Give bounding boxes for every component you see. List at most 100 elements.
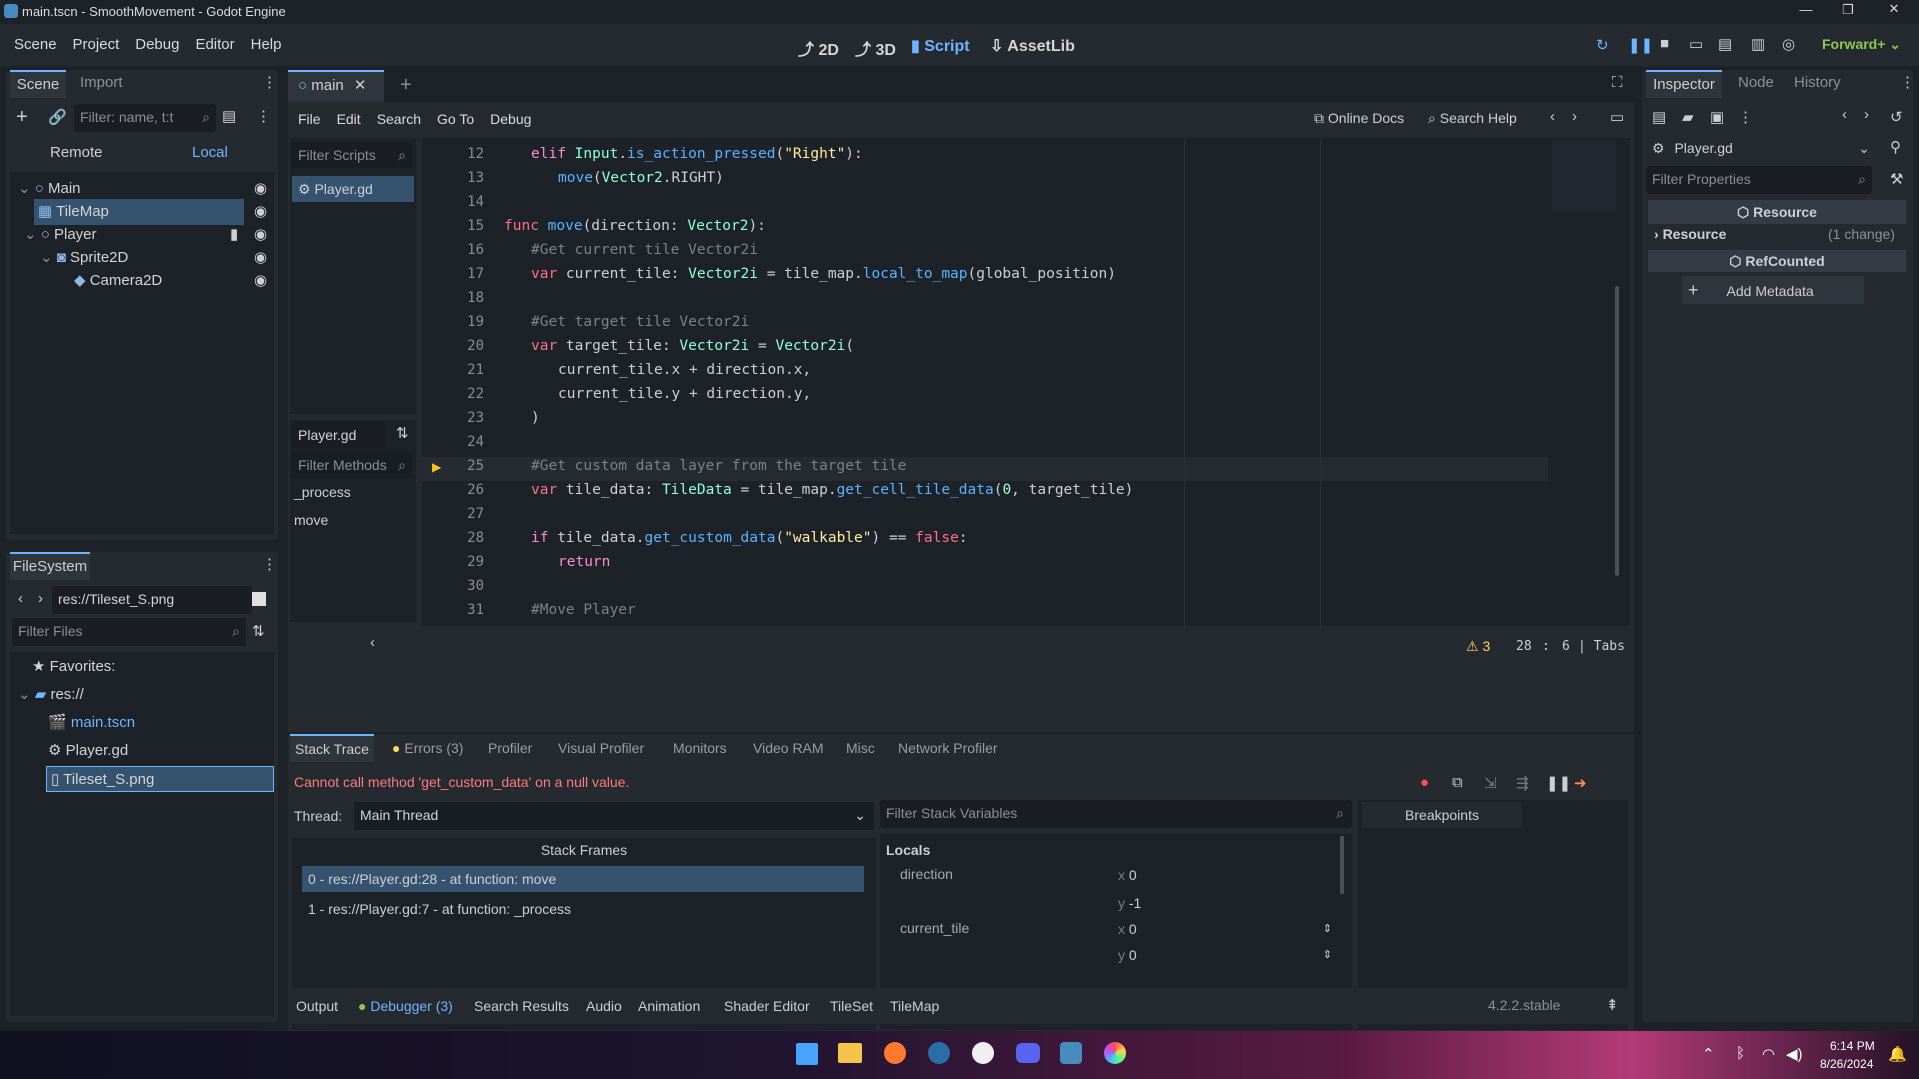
wifi-icon[interactable]: ◠ xyxy=(1762,1045,1775,1063)
break-icon[interactable]: ❚❚ xyxy=(1546,774,1571,792)
continue-icon[interactable]: ➜ xyxy=(1574,774,1587,792)
code-line[interactable]: 31 #Move Player xyxy=(422,598,1548,622)
line-number[interactable]: 29 xyxy=(434,550,484,574)
script-menu-goto[interactable]: Go To xyxy=(429,102,482,136)
script-item-player[interactable]: ⚙ Player.gd xyxy=(292,176,414,202)
tab-shader-editor[interactable]: Shader Editor xyxy=(724,998,810,1014)
toggle-scripts-panel-icon[interactable]: ‹ xyxy=(370,634,375,651)
record-icon[interactable]: ● xyxy=(1420,774,1429,791)
visibility-icon[interactable]: ◉ xyxy=(254,271,267,289)
remote-debug-icon[interactable]: ▭ xyxy=(1689,35,1703,53)
movie-maker-icon[interactable]: ◎ xyxy=(1782,35,1795,53)
line-number[interactable]: 31 xyxy=(434,598,484,622)
prev-script-icon[interactable]: ‹ xyxy=(1550,108,1555,125)
file-tileset-png[interactable]: ▯ Tileset_S.png xyxy=(46,766,274,792)
code-editor[interactable]: 12 elif Input.is_action_pressed("Right"):… xyxy=(422,138,1630,626)
code-line[interactable]: 24 xyxy=(422,430,1548,454)
spinner-icon[interactable]: ⇕ xyxy=(1323,916,1332,942)
script-menu-debug[interactable]: Debug xyxy=(482,102,539,136)
tab-visual-profiler[interactable]: Visual Profiler xyxy=(558,740,644,756)
play-custom-icon[interactable]: ▥ xyxy=(1751,35,1765,53)
code-line[interactable]: 22 current_tile.y + direction.y, xyxy=(422,382,1548,406)
thread-select[interactable]: Main Thread ⌄ xyxy=(354,802,874,830)
back-icon[interactable]: ‹ xyxy=(18,590,23,607)
line-number[interactable]: 24 xyxy=(434,430,484,454)
line-number[interactable]: 19 xyxy=(434,310,484,334)
dock-menu-icon[interactable]: ⋮ xyxy=(1900,73,1915,91)
dock-menu-icon[interactable]: ⋮ xyxy=(262,555,277,573)
script-menu-search[interactable]: Search xyxy=(369,102,429,136)
scene-filter-input[interactable]: Filter: name, t:t ⌕ xyxy=(74,104,216,132)
stack-frame-item[interactable]: 0 - res://Player.gd:28 - at function: mo… xyxy=(302,866,864,892)
distraction-free-icon[interactable]: ⛶ xyxy=(1612,74,1623,91)
clock-date[interactable]: 8/26/2024 xyxy=(1820,1057,1873,1071)
firefox-icon[interactable] xyxy=(884,1042,906,1064)
favorites-item[interactable]: ★ Favorites: xyxy=(32,654,115,680)
godot-taskbar-icon[interactable] xyxy=(1060,1042,1082,1064)
renderer-select[interactable]: Forward+ ⌄ xyxy=(1822,36,1901,53)
link-icon[interactable]: 🔗 xyxy=(48,108,67,126)
tab-tileset[interactable]: TileSet xyxy=(830,998,873,1014)
visibility-icon[interactable]: ◉ xyxy=(254,179,267,197)
object-menu-icon[interactable]: ⚲ xyxy=(1890,138,1901,156)
path-field[interactable]: res://Tileset_S.png xyxy=(52,586,252,614)
line-number[interactable]: 23 xyxy=(434,406,484,430)
add-node-icon[interactable]: + xyxy=(16,106,28,129)
line-number[interactable]: 15 xyxy=(434,214,484,238)
visibility-icon[interactable]: ◉ xyxy=(254,225,267,243)
filter-methods-input[interactable]: Filter Methods ⌕ xyxy=(292,452,412,478)
bluetooth-icon[interactable]: ᛒ xyxy=(1736,1045,1745,1062)
code-line[interactable]: 17 var current_tile: Vector2i = tile_map.… xyxy=(422,262,1548,286)
reload-icon[interactable]: ↻ xyxy=(1596,36,1609,54)
tab-main-scene[interactable]: ○ main ✕ xyxy=(288,70,384,102)
remote-button[interactable]: Remote xyxy=(50,144,103,161)
script-menu-edit[interactable]: Edit xyxy=(329,102,369,136)
menu-help[interactable]: Help xyxy=(243,24,290,66)
line-number[interactable]: 26 xyxy=(434,478,484,502)
method-item[interactable]: _process xyxy=(294,484,351,500)
search-help-button[interactable]: ⌕ Search Help xyxy=(1428,110,1517,127)
open-resource-icon[interactable]: ▰ xyxy=(1682,108,1694,126)
code-line[interactable]: 18 xyxy=(422,286,1548,310)
tab-filesystem[interactable]: FileSystem xyxy=(10,552,90,580)
object-history-icon[interactable]: ↺ xyxy=(1890,108,1903,126)
workspace-3d-button[interactable]: ⤴ 3D xyxy=(855,36,896,60)
tab-stack-trace[interactable]: Stack Trace xyxy=(290,734,374,762)
online-docs-button[interactable]: ⧉ Online Docs xyxy=(1314,110,1404,127)
sort-methods-icon[interactable]: ⇅ xyxy=(396,424,409,442)
color-app-icon[interactable] xyxy=(1104,1042,1126,1064)
discord-icon[interactable] xyxy=(1016,1043,1040,1063)
workspace-assetlib-button[interactable]: ⇩ AssetLib xyxy=(990,36,1075,56)
code-line[interactable]: 23) xyxy=(422,406,1548,430)
workspace-script-button[interactable]: ▮ Script xyxy=(911,36,970,56)
tab-tilemap[interactable]: TileMap xyxy=(890,998,939,1014)
scrollbar[interactable] xyxy=(1615,286,1619,576)
tab-output[interactable]: Output xyxy=(296,998,338,1014)
tab-node[interactable]: Node xyxy=(1738,74,1774,91)
res-folder[interactable]: ⌄ ▰ res:// xyxy=(18,682,84,708)
code-line[interactable]: 30 xyxy=(422,574,1548,598)
line-number[interactable]: 18 xyxy=(434,286,484,310)
menu-debug[interactable]: Debug xyxy=(127,24,187,66)
volume-icon[interactable]: ◀) xyxy=(1786,1045,1803,1063)
filter-stack-variables-input[interactable]: Filter Stack Variables ⌕ xyxy=(880,800,1352,828)
add-metadata-button[interactable]: + Add Metadata xyxy=(1682,276,1864,304)
resource-section-header[interactable]: ⬡ Resource xyxy=(1648,200,1906,224)
tab-video-ram[interactable]: Video RAM xyxy=(753,740,824,756)
line-number[interactable]: 22 xyxy=(434,382,484,406)
code-line[interactable]: 15 func move(direction: Vector2): xyxy=(422,214,1548,238)
tab-profiler[interactable]: Profiler xyxy=(488,740,532,756)
more-icon[interactable]: ⋮ xyxy=(1738,108,1753,126)
code-line[interactable]: 29 return xyxy=(422,550,1548,574)
tab-monitors[interactable]: Monitors xyxy=(673,740,727,756)
code-line[interactable]: 25 #Get custom data layer from the target… xyxy=(422,454,1548,478)
spinner-icon[interactable]: ⇕ xyxy=(1323,942,1332,968)
var-x-field[interactable]: x 0 xyxy=(1118,862,1342,888)
code-line[interactable]: 26 var tile_data: TileData = tile_map.get… xyxy=(422,478,1548,502)
stop-icon[interactable]: ■ xyxy=(1660,35,1669,52)
file-main-tscn[interactable]: 🎬 main.tscn xyxy=(48,710,135,736)
tab-search-results[interactable]: Search Results xyxy=(474,998,569,1014)
scrollbar[interactable] xyxy=(1340,836,1344,894)
step-over-icon[interactable]: ⇶ xyxy=(1516,774,1529,792)
code-line[interactable]: 19 #Get target tile Vector2i xyxy=(422,310,1548,334)
